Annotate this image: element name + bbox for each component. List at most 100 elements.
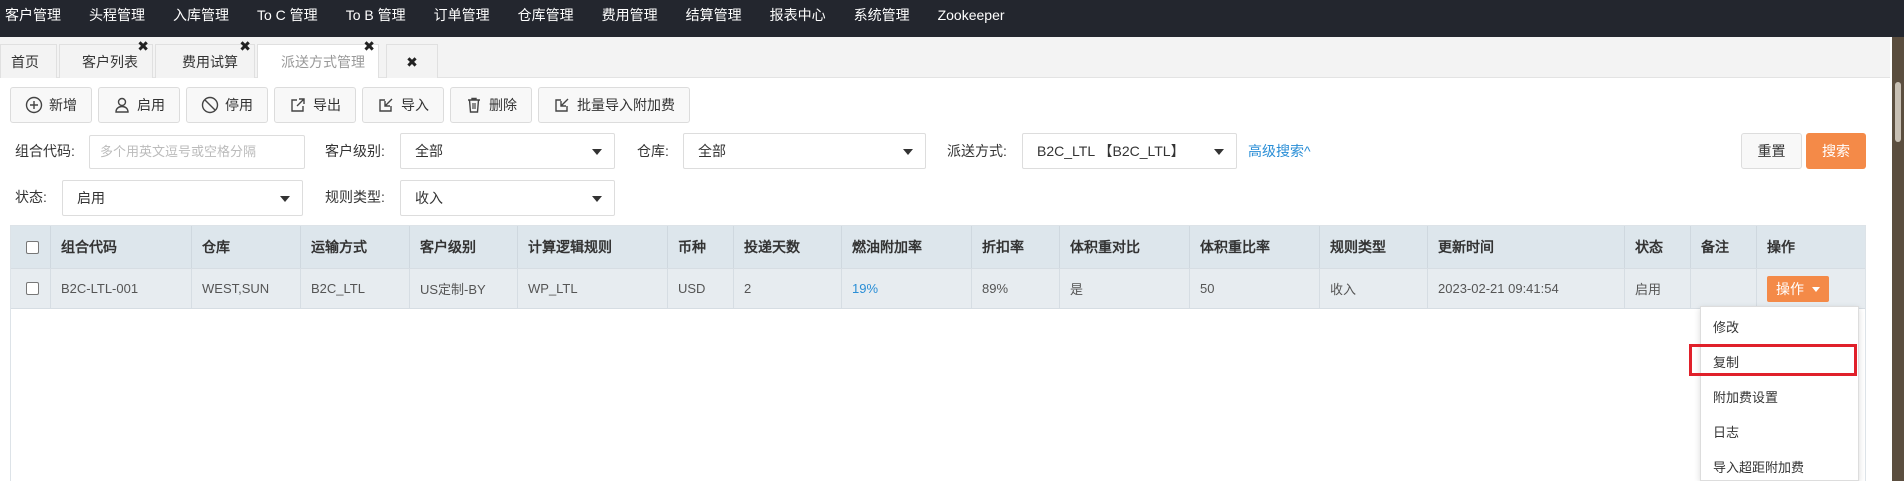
header-discount-rate: 折扣率 (972, 226, 1060, 268)
close-icon[interactable]: ✖ (137, 36, 149, 56)
header-updated-time: 更新时间 (1428, 226, 1625, 268)
disable-button[interactable]: 停用 (186, 87, 268, 123)
cell-delivery-days: 2 (734, 269, 842, 308)
batch-import-surcharge-button[interactable]: 批量导入附加费 (538, 87, 690, 123)
tab-fee-trial[interactable]: 费用试算 ✖ (155, 38, 255, 78)
warehouse-value: 全部 (698, 143, 726, 159)
cell-calc-rule: WP_LTL (518, 269, 668, 308)
add-button-label: 新增 (49, 97, 77, 113)
tab-customer-list[interactable]: 客户列表 ✖ (59, 38, 153, 78)
cell-volume-compare: 是 (1060, 269, 1190, 308)
cell-combo-code: B2C-LTL-001 (51, 269, 192, 308)
header-calc-rule: 计算逻辑规则 (518, 226, 668, 268)
enable-button[interactable]: 启用 (98, 87, 180, 123)
delete-button-label: 删除 (489, 97, 517, 113)
close-all-tabs-button[interactable]: ✖ (386, 44, 438, 78)
nav-tob-management[interactable]: To B 管理 (332, 0, 420, 37)
tab-delivery-method-management[interactable]: 派送方式管理 ✖ (257, 38, 379, 78)
caret-down-icon (1812, 286, 1820, 292)
cell-volume-ratio: 50 (1190, 269, 1320, 308)
trash-icon (468, 97, 480, 113)
caret-down-icon (903, 149, 913, 155)
header-warehouse: 仓库 (192, 226, 301, 268)
row-actions-dropdown: 修改 复制 附加费设置 日志 导入超距附加费 (1700, 306, 1859, 481)
menu-item-copy[interactable]: 复制 (1701, 345, 1858, 380)
disable-button-label: 停用 (225, 97, 253, 113)
nav-toc-management[interactable]: To C 管理 (243, 0, 332, 37)
nav-customer-management[interactable]: 客户管理 (0, 0, 75, 37)
close-icon[interactable]: ✖ (239, 36, 251, 56)
menu-item-surcharge-settings[interactable]: 附加费设置 (1701, 380, 1858, 415)
delivery-method-select[interactable]: B2C_LTL 【B2C_LTL】 (1022, 133, 1237, 169)
menu-item-log[interactable]: 日志 (1701, 415, 1858, 450)
cell-actions: 操作 (1757, 269, 1865, 308)
customer-level-value: 全部 (415, 143, 443, 159)
cell-discount-rate: 89% (972, 269, 1060, 308)
nav-system-management[interactable]: 系统管理 (840, 0, 924, 37)
advanced-search-link[interactable]: 高级搜索^ (1248, 134, 1311, 168)
caret-down-icon (592, 149, 602, 155)
select-all-checkbox-cell (11, 226, 51, 268)
caret-down-icon (1214, 149, 1224, 155)
combo-code-label: 组合代码: (15, 143, 75, 159)
nav-inbound-management[interactable]: 入库管理 (159, 0, 243, 37)
warehouse-select[interactable]: 全部 (683, 133, 926, 169)
cell-warehouse: WEST,SUN (192, 269, 301, 308)
tab-label: 首页 (11, 54, 39, 70)
tab-home[interactable]: 首页 (0, 44, 57, 78)
nav-fee-management[interactable]: 费用管理 (588, 0, 672, 37)
tab-label: 客户列表 (82, 54, 138, 70)
add-button[interactable]: 新增 (10, 87, 92, 123)
reset-button[interactable]: 重置 (1741, 133, 1802, 169)
top-nav: 客户管理 头程管理 入库管理 To C 管理 To B 管理 订单管理 仓库管理… (0, 0, 1904, 37)
header-remark: 备注 (1691, 226, 1757, 268)
header-fuel-surcharge: 燃油附加率 (842, 226, 972, 268)
menu-item-edit[interactable]: 修改 (1701, 310, 1858, 345)
table-row: B2C-LTL-001 WEST,SUN B2C_LTL US定制-BY WP_… (11, 268, 1865, 309)
header-delivery-days: 投递天数 (734, 226, 842, 268)
scrollbar-thumb[interactable] (1895, 82, 1901, 142)
header-status: 状态 (1625, 226, 1691, 268)
header-volume-compare: 体积重对比 (1060, 226, 1190, 268)
select-all-checkbox[interactable] (26, 240, 39, 254)
ban-icon (201, 96, 219, 114)
cell-transport: B2C_LTL (301, 269, 410, 308)
caret-down-icon (280, 196, 290, 202)
nav-order-management[interactable]: 订单管理 (420, 0, 504, 37)
search-button[interactable]: 搜索 (1806, 133, 1866, 169)
nav-report-center[interactable]: 报表中心 (756, 0, 840, 37)
table-header: 组合代码 仓库 运输方式 客户级别 计算逻辑规则 币种 投递天数 燃油附加率 折… (11, 226, 1865, 268)
nav-zookeeper[interactable]: Zookeeper (924, 0, 1019, 37)
combo-code-input[interactable]: 多个用英文逗号或空格分隔 (89, 135, 305, 169)
status-label: 状态: (15, 189, 47, 205)
batch-import-surcharge-label: 批量导入附加费 (577, 97, 675, 113)
row-actions-label: 操作 (1776, 280, 1804, 297)
nav-warehouse-management[interactable]: 仓库管理 (504, 0, 588, 37)
status-value: 启用 (77, 190, 105, 206)
row-actions-button[interactable]: 操作 (1767, 275, 1829, 302)
nav-first-leg-management[interactable]: 头程管理 (75, 0, 159, 37)
user-icon (115, 97, 129, 113)
row-checkbox[interactable] (26, 282, 39, 295)
import-button-label: 导入 (401, 97, 429, 113)
cell-fuel-surcharge-link[interactable]: 19% (842, 269, 972, 308)
delete-button[interactable]: 删除 (450, 87, 532, 123)
rule-type-select[interactable]: 收入 (400, 180, 615, 216)
cell-updated-time: 2023-02-21 09:41:54 (1428, 269, 1625, 308)
toolbar: 新增 启用 停用 导出 导入 删除 批量导入附加费 (10, 87, 696, 123)
nav-settlement-management[interactable]: 结算管理 (672, 0, 756, 37)
export-icon (291, 98, 305, 112)
import-icon (555, 98, 569, 112)
menu-item-import-remote-surcharge[interactable]: 导入超距附加费 (1701, 450, 1858, 481)
close-icon[interactable]: ✖ (363, 36, 375, 56)
delivery-method-value: B2C_LTL 【B2C_LTL】 (1037, 143, 1185, 159)
customer-level-select[interactable]: 全部 (400, 133, 615, 169)
page-scrollbar[interactable] (1892, 37, 1904, 481)
status-select[interactable]: 启用 (62, 180, 303, 216)
import-button[interactable]: 导入 (362, 87, 444, 123)
rule-type-label: 规则类型: (325, 189, 385, 205)
export-button[interactable]: 导出 (274, 87, 356, 123)
header-volume-ratio: 体积重比率 (1190, 226, 1320, 268)
header-rule-type: 规则类型 (1320, 226, 1428, 268)
caret-down-icon (592, 196, 602, 202)
